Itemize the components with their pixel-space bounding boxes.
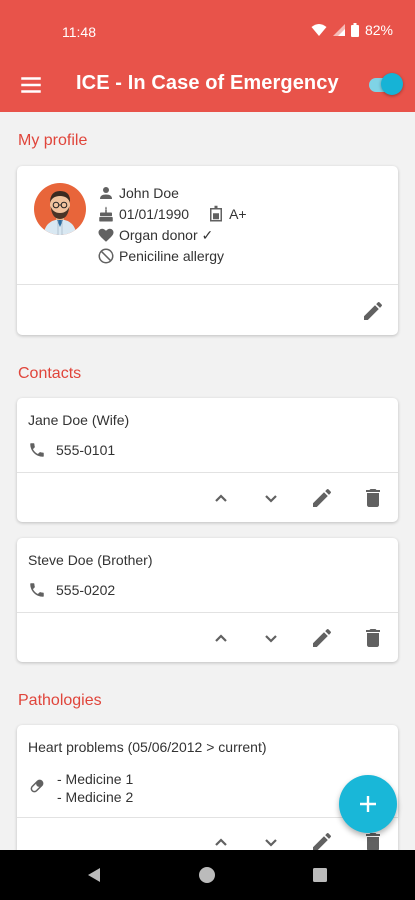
profile-card: John Doe 01/01/1990 A+ Organ donor ✓ Pen… [17,166,398,335]
divider [17,612,398,613]
profile-name: John Doe [119,185,179,201]
blood-bag-icon [210,205,223,222]
medicine-list: - Medicine 1 - Medicine 2 [57,770,133,806]
person-icon [100,187,112,199]
profile-birthdate: 01/01/1990 [119,206,190,222]
edit-contact-button[interactable] [310,486,334,510]
divider [17,472,398,473]
contact-phone: 555-0101 [56,442,116,458]
profile-section-title: My profile [18,132,88,149]
contact-name: Jane Doe (Wife) [28,412,130,428]
plus-icon [360,796,376,812]
app-bar: ICE - In Case of Emergency [0,60,415,112]
add-fab-button[interactable] [339,775,397,833]
pill-icon [30,779,44,793]
contact-phone: 555-0202 [56,582,116,598]
recents-icon[interactable] [313,868,327,882]
contacts-section-title: Contacts [18,365,82,382]
contact-card: Steve Doe (Brother) 555-0202 [17,538,398,662]
block-icon [98,248,114,264]
pathologies-section-title: Pathologies [18,692,102,709]
back-icon[interactable] [86,867,102,883]
move-up-button[interactable] [209,486,233,510]
signal-icon [332,24,345,36]
move-up-button[interactable] [209,626,233,650]
profile-name-row: John Doe [97,184,179,202]
edit-contact-button[interactable] [310,626,334,650]
contact-phone-row: 555-0202 [28,581,115,599]
move-down-button[interactable] [259,486,283,510]
battery-icon [350,23,359,37]
delete-contact-button[interactable] [361,486,385,510]
profile-birth-row: 01/01/1990 A+ [97,205,247,223]
app-title: ICE - In Case of Emergency [76,72,339,94]
status-icons: 82% [311,22,393,38]
menu-icon[interactable] [18,72,44,98]
mode-toggle[interactable] [367,70,403,98]
medicine-item: - Medicine 2 [57,789,134,805]
profile-organ-donor: Organ donor ✓ [119,226,214,243]
pathology-title: Heart problems (05/06/2012 > current) [28,739,267,755]
status-time: 11:48 [62,24,96,40]
system-nav-bar [0,850,415,900]
contact-phone-row: 555-0101 [28,441,115,459]
status-bar: 11:48 82% [0,0,415,60]
profile-blood-type: A+ [229,206,247,222]
phone-icon [30,443,44,457]
toggle-thumb [381,73,403,95]
phone-icon [30,583,44,597]
edit-profile-button[interactable] [361,299,385,323]
profile-allergy: Peniciline allergy [119,248,225,264]
divider [17,284,398,285]
contact-card: Jane Doe (Wife) 555-0101 [17,398,398,522]
delete-contact-button[interactable] [361,626,385,650]
avatar [34,183,86,235]
cake-icon [99,206,113,222]
contact-name: Steve Doe (Brother) [28,552,153,568]
divider [17,817,398,818]
wifi-icon [311,24,327,36]
home-icon[interactable] [198,866,216,884]
medicine-item: - Medicine 1 [57,771,134,787]
heart-icon [98,228,114,242]
profile-donor-row: Organ donor ✓ [97,226,213,244]
profile-allergy-row: Peniciline allergy [97,247,224,265]
battery-percent: 82% [364,22,393,38]
move-down-button[interactable] [259,626,283,650]
